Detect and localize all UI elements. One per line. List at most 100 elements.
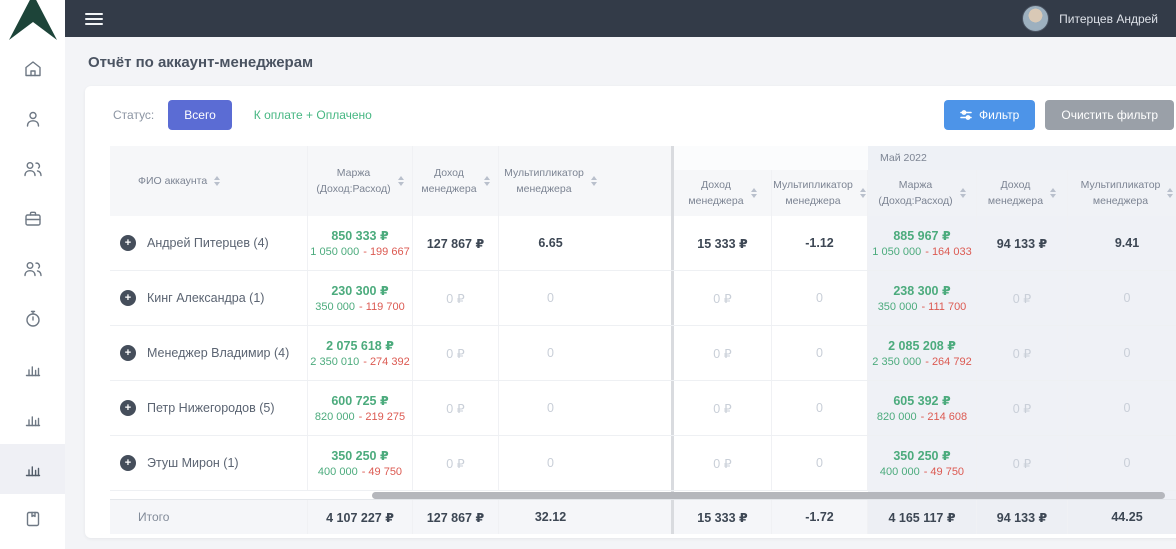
table-header: ФИО аккаунта Маржа(Доход:Расход) Доходме… [110,146,1176,216]
status-label: Статус: [113,108,154,122]
filter-actions: Фильтр Очистить фильтр [944,100,1174,130]
totals-prev-manager-income: 15 333 ₽ [674,500,772,534]
sidebar-item-report-1[interactable] [0,344,65,394]
main-content: Отчёт по аккаунт-менеджерам Статус: Всег… [65,37,1176,549]
totals-may-multiplier: 44.25 [1068,500,1176,534]
may-manager-income-cell: 0 ₽ [977,436,1068,490]
may-manager-income-cell: 0 ₽ [977,381,1068,435]
sort-icon[interactable] [1167,188,1173,198]
filter-button[interactable]: Фильтр [944,100,1035,130]
sidebar-item-journal[interactable] [0,494,65,544]
may-margin-cell: 350 250 ₽ 400 000- 49 750 [868,436,977,490]
sliders-icon [960,109,972,121]
user-icon [23,109,43,129]
margin-cell: 850 333 ₽ 1 050 000- 199 667 [308,216,413,270]
margin-cell: 2 075 618 ₽ 2 350 010- 274 392 [308,326,413,380]
logo[interactable] [0,0,65,44]
expand-row-icon[interactable]: + [120,345,136,361]
sidebar-item-time-tracking[interactable] [0,294,65,344]
header-spacer [602,146,671,216]
totals-row: Итого 4 107 227 ₽ 127 867 ₽ 32.12 15 333… [110,499,1176,534]
expand-row-icon[interactable]: + [120,455,136,471]
header-prev-manager-income[interactable]: Доходменеджера [674,170,772,216]
sidebar-item-profile[interactable] [0,94,65,144]
sort-icon[interactable] [214,176,220,186]
sort-icon[interactable] [960,188,966,198]
month-blank [674,146,868,170]
header-prev-multiplier[interactable]: Мультипликаторменеджера [772,170,868,216]
clear-filter-button[interactable]: Очистить фильтр [1045,100,1174,130]
totals-prev-multiplier: -1.72 [772,500,868,534]
status-paid-link[interactable]: К оплате + Оплачено [254,108,372,122]
avatar[interactable] [1022,5,1049,32]
sort-icon[interactable] [591,176,597,186]
user-menu[interactable]: Питерцев Андрей [1022,5,1158,32]
header-multiplier[interactable]: Мультипликаторменеджера [499,146,602,216]
multiplier-cell: 0 [499,436,602,490]
margin-cell: 230 300 ₽ 350 000- 119 700 [308,271,413,325]
sidebar-item-projects[interactable] [0,194,65,244]
bar-chart-icon [23,359,43,379]
status-all-button[interactable]: Всего [168,100,231,130]
header-manager-income[interactable]: Доходменеджера [413,146,499,216]
sort-icon[interactable] [860,188,866,198]
prev-manager-income-cell: 0 ₽ [674,326,772,380]
expand-row-icon[interactable]: + [120,290,136,306]
home-icon [23,59,43,79]
totals-multiplier: 32.12 [499,500,602,534]
sidebar-item-report-2[interactable] [0,394,65,444]
table-row: + Андрей Питерцев (4) 850 333 ₽ 1 050 00… [110,216,1176,271]
header-name[interactable]: ФИО аккаунта [110,146,308,216]
account-name: Этуш Мирон (1) [147,456,239,470]
users-icon [22,259,44,279]
header-margin[interactable]: Маржа(Доход:Расход) [308,146,413,216]
spacer-cell [602,216,671,270]
may-multiplier-cell: 0 [1068,326,1176,380]
totals-spacer [602,500,671,534]
sort-icon[interactable] [398,176,404,186]
multiplier-cell: 6.65 [499,216,602,270]
spacer-cell [602,271,671,325]
logo-icon [5,0,61,44]
table-row: + Петр Нижегородов (5) 600 725 ₽ 820 000… [110,381,1176,436]
sidebar-item-report-account-managers[interactable] [0,444,65,494]
may-margin-cell: 605 392 ₽ 820 000- 214 608 [868,381,977,435]
header-may-margin[interactable]: Маржа(Доход:Расход) [868,170,977,216]
expand-row-icon[interactable]: + [120,400,136,416]
sidebar-item-home[interactable] [0,44,65,94]
manager-income-cell: 0 ₽ [413,381,499,435]
briefcase-icon [23,209,43,229]
horizontal-scrollbar-thumb[interactable] [372,492,1165,499]
header-may-multiplier[interactable]: Мультипликаторменеджера [1068,170,1176,216]
totals-label: Итого [110,500,308,534]
account-name-cell: + Менеджер Владимир (4) [110,326,308,380]
menu-toggle-button[interactable] [85,13,103,25]
may-multiplier-cell: 0 [1068,436,1176,490]
may-manager-income-cell: 0 ₽ [977,271,1068,325]
totals-may-manager-income: 94 133 ₽ [977,500,1068,534]
sort-icon[interactable] [751,188,757,198]
header-may-manager-income[interactable]: Доходменеджера [977,170,1068,216]
report-table: ФИО аккаунта Маржа(Доход:Расход) Доходме… [110,146,1176,534]
sort-icon[interactable] [484,176,490,186]
user-name: Питерцев Андрей [1059,12,1158,26]
manager-income-cell: 0 ₽ [413,436,499,490]
sidebar-item-clients[interactable] [0,144,65,194]
table-row: + Кинг Александра (1) 230 300 ₽ 350 000-… [110,271,1176,326]
spacer-cell [602,436,671,490]
sidebar-item-managers[interactable] [0,244,65,294]
expand-row-icon[interactable]: + [120,235,136,251]
prev-manager-income-cell: 0 ₽ [674,436,772,490]
scroll-header-group: Май 2022 Доходменеджера Мультипликаторме… [674,146,1176,216]
account-name-cell: + Андрей Питерцев (4) [110,216,308,270]
sort-icon[interactable] [1050,188,1056,198]
table-row: + Этуш Мирон (1) 350 250 ₽ 400 000- 49 7… [110,436,1176,491]
totals-may-margin: 4 165 117 ₽ [868,500,977,534]
account-name: Андрей Питерцев (4) [147,236,269,250]
may-manager-income-cell: 94 133 ₽ [977,216,1068,270]
multiplier-cell: 0 [499,271,602,325]
bar-chart-icon [23,409,43,429]
multiplier-cell: 0 [499,381,602,435]
may-margin-cell: 238 300 ₽ 350 000- 111 700 [868,271,977,325]
stopwatch-icon [23,309,43,329]
